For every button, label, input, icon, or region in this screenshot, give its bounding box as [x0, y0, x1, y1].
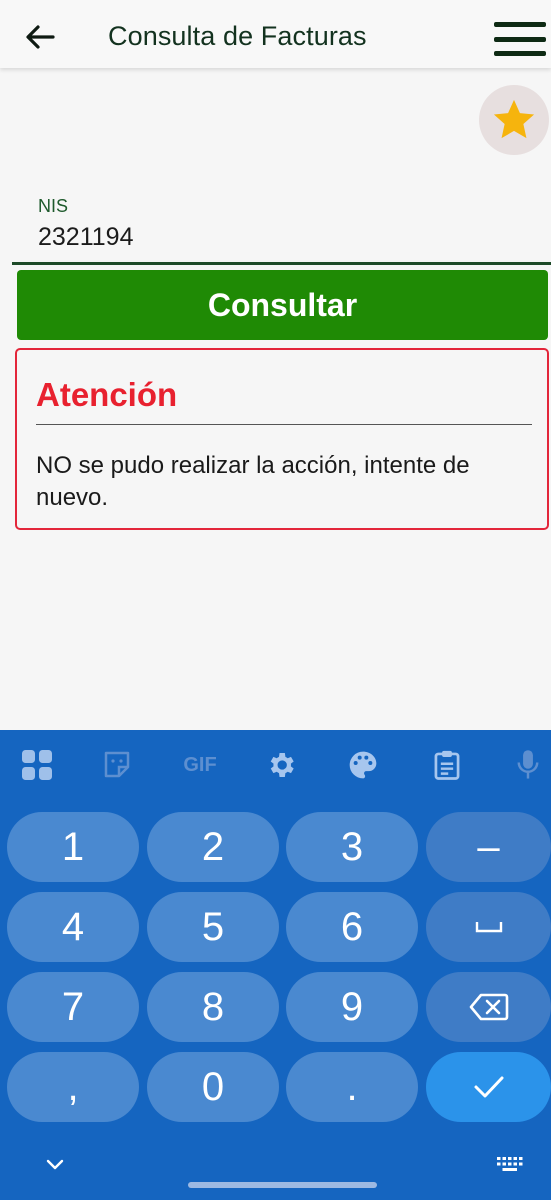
key-1[interactable]: 1: [7, 812, 139, 882]
nis-input[interactable]: 2321194: [38, 223, 133, 252]
key-0[interactable]: 0: [147, 1052, 279, 1122]
hamburger-icon: [494, 22, 546, 27]
nis-input-underline: [12, 262, 551, 265]
star-icon: [493, 99, 535, 139]
apps-grid-icon[interactable]: [20, 748, 54, 782]
alert-box: Atención NO se pudo realizar la acción, …: [15, 348, 549, 530]
chevron-down-icon: [46, 1159, 64, 1170]
key-6[interactable]: 6: [286, 892, 418, 962]
nis-label: NIS: [38, 196, 69, 216]
key-backspace[interactable]: [426, 972, 551, 1042]
key-minus[interactable]: –: [426, 812, 551, 882]
key-8[interactable]: 8: [147, 972, 279, 1042]
back-button[interactable]: [20, 17, 60, 57]
microphone-icon[interactable]: [511, 748, 545, 782]
key-space[interactable]: [426, 892, 551, 962]
keyboard-icon: [497, 1157, 523, 1171]
checkmark-icon: [474, 1076, 503, 1098]
space-icon: [475, 922, 502, 933]
alert-divider: [36, 424, 532, 425]
key-9[interactable]: 9: [286, 972, 418, 1042]
key-dot[interactable]: .: [286, 1052, 418, 1122]
switch-keyboard-button[interactable]: [496, 1156, 524, 1174]
page-title: Consulta de Facturas: [108, 21, 367, 51]
key-2[interactable]: 2: [147, 812, 279, 882]
key-7[interactable]: 7: [7, 972, 139, 1042]
alert-message: NO se pudo realizar la acción, intente d…: [36, 452, 470, 511]
favorite-button[interactable]: [479, 85, 549, 155]
app-bar: Consulta de Facturas: [0, 0, 551, 68]
hide-keyboard-button[interactable]: [44, 1156, 66, 1172]
palette-icon[interactable]: [346, 748, 380, 782]
key-comma[interactable]: ,: [7, 1052, 139, 1122]
clipboard-icon[interactable]: [430, 748, 464, 782]
arrow-left-icon: [26, 25, 55, 49]
navigation-handle[interactable]: [188, 1182, 377, 1188]
settings-icon[interactable]: [264, 748, 298, 782]
key-5[interactable]: 5: [147, 892, 279, 962]
backspace-icon: [469, 993, 508, 1021]
key-enter[interactable]: [426, 1052, 551, 1122]
consult-button[interactable]: Consultar: [17, 270, 548, 340]
sticker-icon[interactable]: [100, 748, 134, 782]
numeric-keyboard: [0, 730, 551, 1200]
alert-title: Atención: [36, 376, 178, 413]
key-4[interactable]: 4: [7, 892, 139, 962]
menu-button[interactable]: [494, 19, 546, 59]
key-3[interactable]: 3: [286, 812, 418, 882]
gif-icon[interactable]: GIF: [178, 748, 222, 782]
